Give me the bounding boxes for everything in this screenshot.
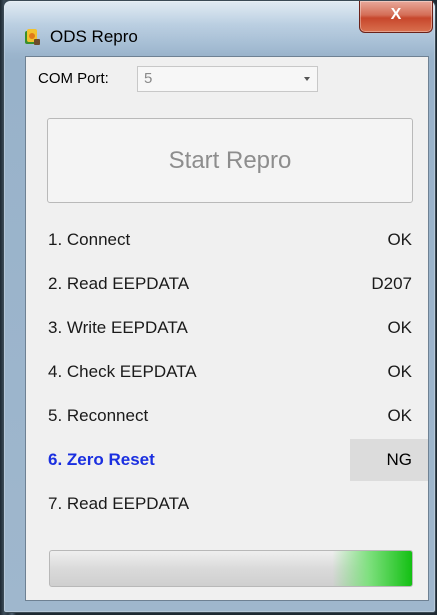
com-port-label: COM Port: [38,70,109,87]
title-bar[interactable]: ODS Repro X [4,1,435,53]
step-status: OK [387,230,412,249]
chevron-down-icon [304,77,310,81]
step-zero-reset: 6. Zero Reset NG [26,439,428,481]
close-button[interactable]: X [359,1,433,33]
step-label: 1. Connect [48,230,131,249]
client-area: COM Port: 5 Start Repro 1. Connect OK 2.… [25,56,429,601]
step-reconnect: 5. Reconnect OK [26,395,428,437]
step-status: OK [387,406,412,425]
step-write-eepdata: 3. Write EEPDATA OK [26,307,428,349]
close-icon: X [390,6,402,23]
step-check-eepdata: 4. Check EEPDATA OK [26,351,428,393]
com-port-dropdown[interactable]: 5 [137,66,318,92]
step-read-eepdata: 2. Read EEPDATA D207 [26,263,428,305]
step-label: 7. Read EEPDATA [48,494,190,513]
window-title: ODS Repro [50,27,138,46]
step-read-eepdata-final: 7. Read EEPDATA [26,483,428,525]
step-status: OK [387,362,412,381]
status-badge: NG [350,439,428,481]
app-icon [25,29,40,45]
step-label: 5. Reconnect [48,406,149,425]
step-connect: 1. Connect OK [26,219,428,261]
progress-fill [50,551,412,586]
progress-bar [49,550,413,587]
step-label: 3. Write EEPDATA [48,318,188,337]
step-label: 4. Check EEPDATA [48,362,197,381]
step-status: OK [387,318,412,337]
step-status: D207 [371,274,412,293]
app-window: ODS Repro X COM Port: 5 Start Repro 1. C… [3,0,436,613]
step-label: 2. Read EEPDATA [48,274,190,293]
step-label: 6. Zero Reset [48,450,155,469]
start-repro-button[interactable]: Start Repro [47,118,413,203]
com-port-value: 5 [144,70,153,87]
step-status: NG [386,450,413,469]
